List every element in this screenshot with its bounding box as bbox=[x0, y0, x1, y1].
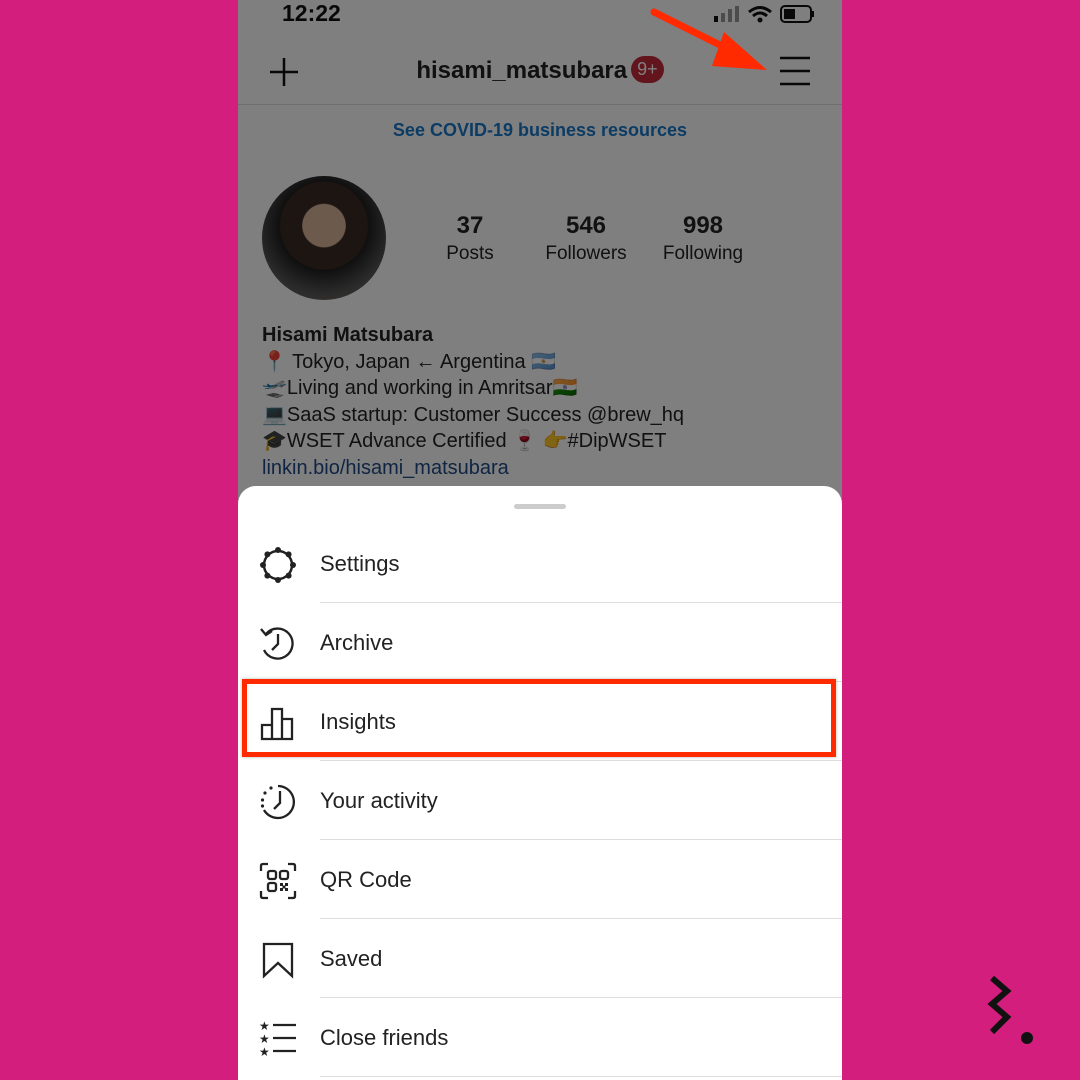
svg-text:★: ★ bbox=[259, 1045, 270, 1059]
activity-icon bbox=[260, 784, 295, 820]
svg-text:★: ★ bbox=[259, 1019, 270, 1033]
menu-item-qr-code[interactable]: QR Code bbox=[238, 840, 842, 919]
menu-item-settings[interactable]: Settings bbox=[238, 524, 842, 603]
menu-label: Archive bbox=[320, 630, 394, 655]
bookmark-icon bbox=[262, 942, 294, 979]
menu-label: Your activity bbox=[320, 788, 438, 813]
close-friends-icon: ★★★ bbox=[259, 1019, 296, 1059]
menu-label: QR Code bbox=[320, 867, 412, 892]
menu-label: Close friends bbox=[320, 1025, 449, 1050]
qr-code-icon bbox=[259, 862, 297, 900]
phone-screen: 12:22 hisami_matsubara9+ See COVID-19 bu… bbox=[238, 0, 842, 1080]
brand-logo bbox=[987, 975, 1033, 1044]
archive-icon bbox=[260, 627, 294, 660]
insights-highlight-box bbox=[242, 679, 836, 757]
sheet-handle[interactable] bbox=[514, 504, 566, 509]
menu-label: Settings bbox=[320, 551, 400, 576]
red-arrow-annotation bbox=[650, 8, 767, 70]
menu-item-archive[interactable]: Archive bbox=[238, 603, 842, 682]
divider bbox=[320, 1076, 842, 1077]
menu-label: Saved bbox=[320, 946, 383, 971]
menu-item-close-friends[interactable]: ★ ★ ★ Close friends bbox=[238, 998, 842, 1077]
svg-text:★: ★ bbox=[259, 1032, 270, 1046]
menu-item-saved[interactable]: Saved bbox=[238, 919, 842, 998]
menu-sheet: Settings Archive Insights Your activity … bbox=[238, 486, 842, 1080]
settings-icon bbox=[260, 547, 296, 583]
menu-item-your-activity[interactable]: Your activity bbox=[238, 761, 842, 840]
